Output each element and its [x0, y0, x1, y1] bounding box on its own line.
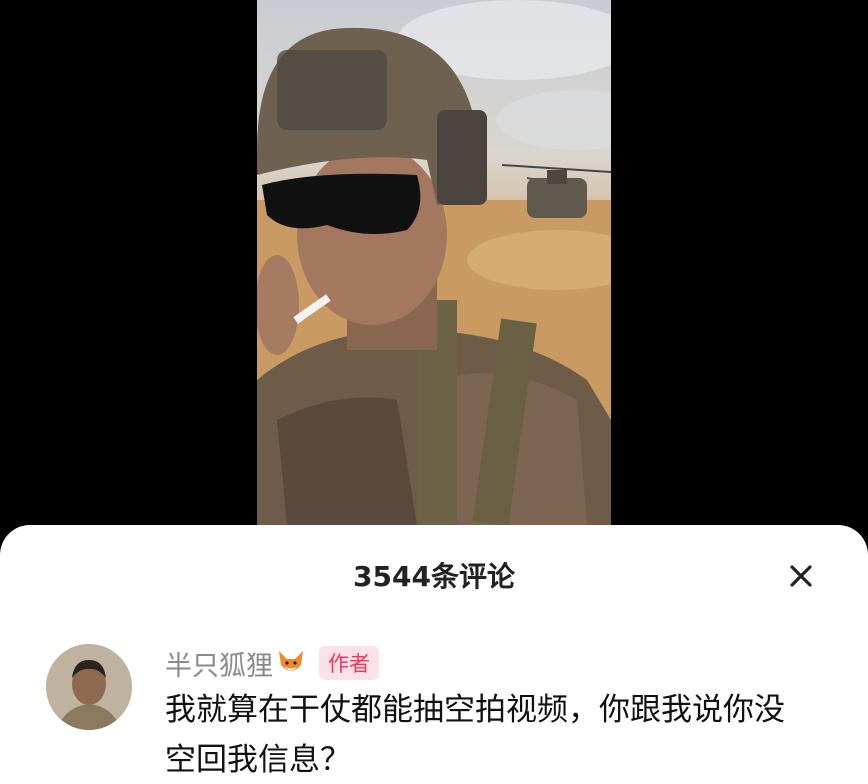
close-icon[interactable] [782, 557, 820, 595]
comment-author-row: 半只狐狸 作者 [165, 643, 379, 683]
video-player[interactable] [257, 0, 611, 525]
video-frame-illustration [257, 0, 611, 525]
app-screen: 3544条评论 半只狐狸 作者 我就算在干仗都能抽空拍视频，你跟我说你没空回我信… [0, 0, 868, 784]
comment-text: 我就算在干仗都能抽空拍视频，你跟我说你没空回我信息？ [165, 692, 785, 778]
fox-icon [275, 647, 307, 679]
comments-panel: 3544条评论 半只狐狸 作者 我就算在干仗都能抽空拍视频，你跟我说你没空回我信… [0, 525, 868, 784]
author-name[interactable]: 半只狐狸 [165, 644, 273, 683]
author-badge: 作者 [319, 646, 379, 680]
comments-count-title: 3544条评论 [353, 560, 515, 593]
avatar[interactable] [46, 644, 132, 730]
